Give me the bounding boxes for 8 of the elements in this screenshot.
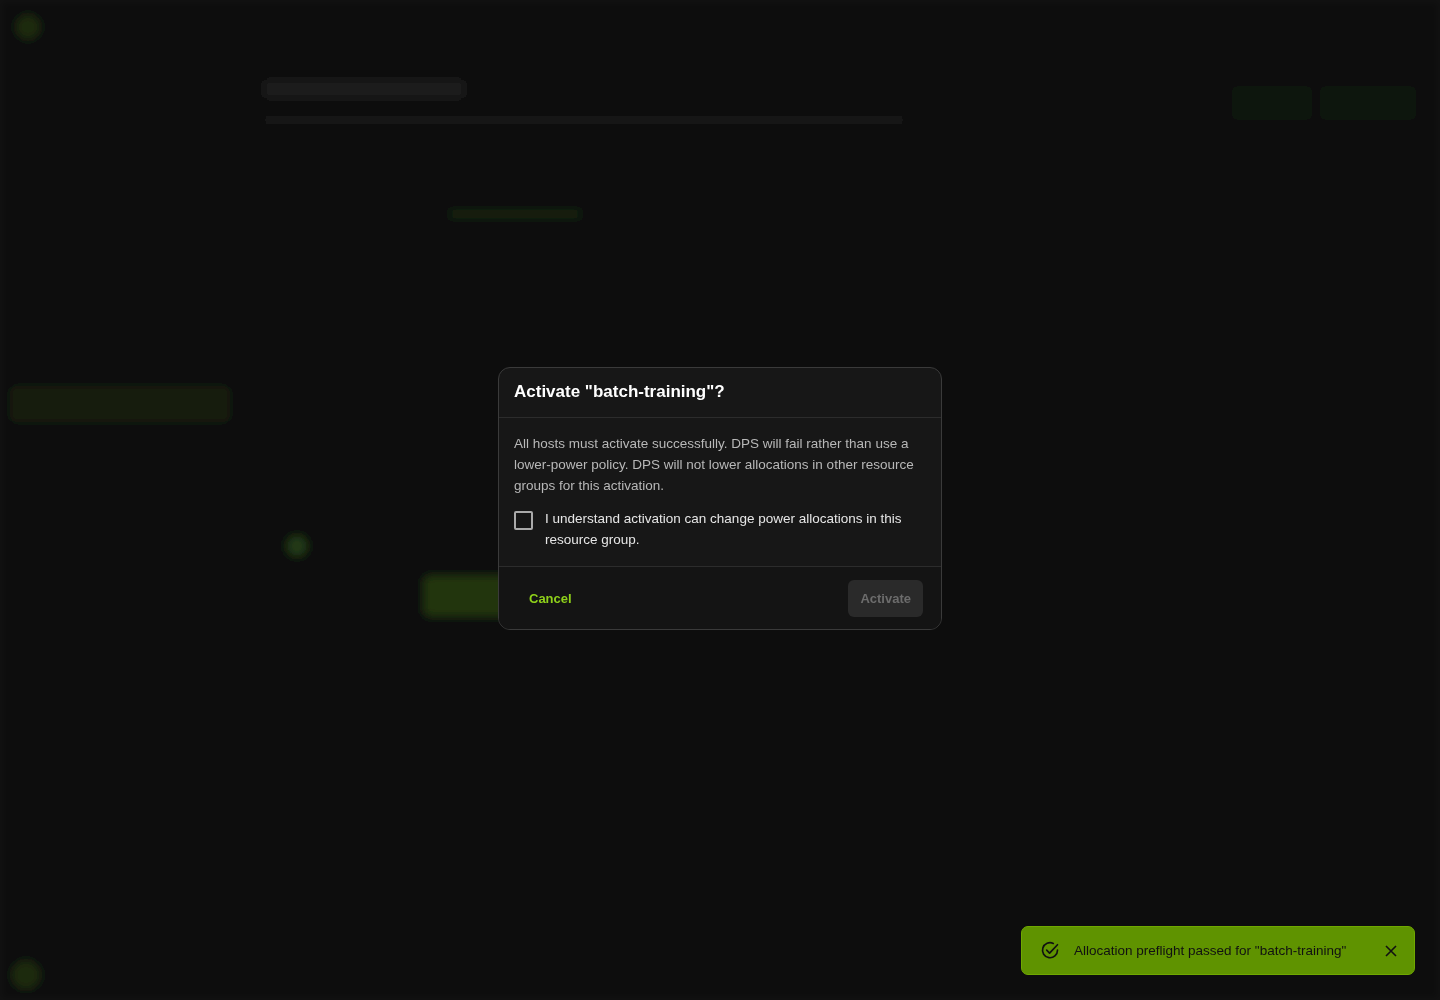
toast-message: Allocation preflight passed for "batch-training" (1074, 943, 1348, 958)
cancel-button[interactable]: Cancel (517, 580, 584, 617)
dialog-title: Activate "batch-training"? (514, 382, 726, 402)
checkbox[interactable] (514, 511, 533, 530)
close-icon (1385, 944, 1397, 957)
checkbox-label: I understand activation can change power allocations in this resource group. (545, 510, 903, 549)
dialog-message: All hosts must activate successfully. DPS will fail rather than use a lower-power policy. DPS will not lower allocations in other resource groups for this activation. (514, 435, 915, 495)
check-circle-icon (1040, 940, 1060, 961)
